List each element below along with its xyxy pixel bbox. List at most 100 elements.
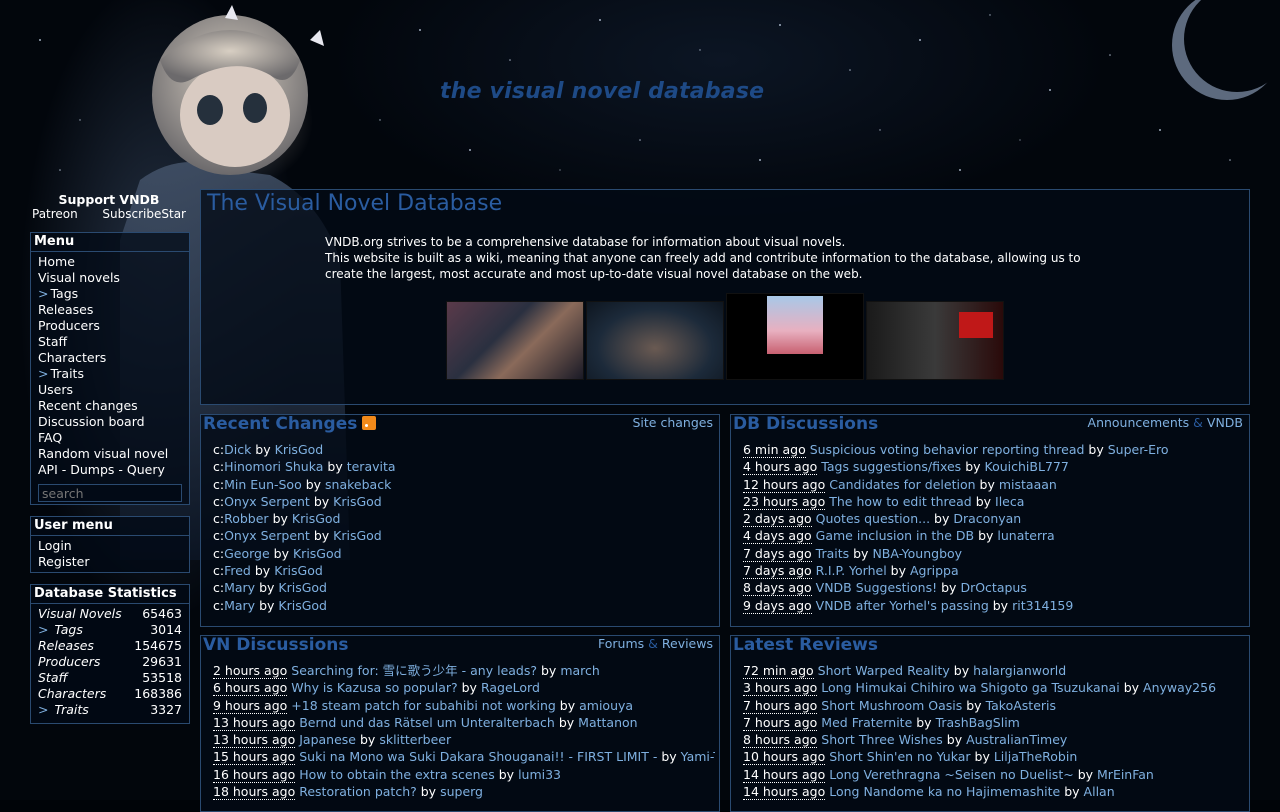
vn-link[interactable]: Himukai Chihiro wa Shigoto ga Tsuzukanai bbox=[856, 680, 1120, 695]
user-link[interactable]: Agrippa bbox=[910, 563, 959, 578]
thread-link[interactable]: Tags suggestions/fixes bbox=[821, 459, 961, 474]
review-link[interactable]: Short bbox=[821, 732, 855, 747]
review-link[interactable]: Med bbox=[821, 715, 847, 730]
vn-link[interactable]: Fraternite bbox=[852, 715, 913, 730]
user-link[interactable]: Super-Ero bbox=[1108, 442, 1169, 457]
subscribestar-link[interactable]: SubscribeStar bbox=[102, 207, 186, 221]
menu-item-visual-novels[interactable]: Visual novels bbox=[38, 270, 182, 286]
thread-link[interactable]: The how to edit thread bbox=[829, 494, 971, 509]
user-link[interactable]: NBA-Youngboy bbox=[872, 546, 962, 561]
change-entry-link[interactable]: Fred bbox=[224, 563, 251, 578]
site-changes-link[interactable]: Site changes bbox=[633, 415, 714, 430]
menu-item-producers[interactable]: Producers bbox=[38, 318, 182, 334]
stat-row[interactable]: Producers 29631 bbox=[38, 654, 182, 670]
thread-link[interactable]: Candidates for deletion bbox=[829, 477, 975, 492]
user-link[interactable]: lumi33 bbox=[518, 767, 561, 782]
thread-link[interactable]: How to obtain the extra scenes bbox=[299, 767, 495, 782]
user-link[interactable]: rit314159 bbox=[1012, 598, 1073, 613]
vn-link[interactable]: Warped Reality bbox=[855, 663, 950, 678]
menu-item-traits[interactable]: > Traits bbox=[38, 366, 182, 382]
forums-link[interactable]: Forums bbox=[598, 636, 644, 651]
stat-row[interactable]: Releases 154675 bbox=[38, 638, 182, 654]
user-link[interactable]: RageLord bbox=[481, 680, 540, 695]
change-entry-link[interactable]: Onyx Serpent bbox=[224, 494, 310, 509]
screenshot-thumbnail[interactable] bbox=[866, 301, 1004, 380]
menu-item-staff[interactable]: Staff bbox=[38, 334, 182, 350]
review-link[interactable]: Short bbox=[829, 749, 863, 764]
review-link[interactable]: Long bbox=[829, 767, 859, 782]
patreon-link[interactable]: Patreon bbox=[32, 207, 78, 221]
stat-row[interactable]: Visual Novels 65463 bbox=[38, 606, 182, 622]
thread-link[interactable]: Japanese bbox=[299, 732, 356, 747]
menu-item-api-dumps-query[interactable]: API - Dumps - Query bbox=[38, 462, 182, 478]
thread-link[interactable]: Suki na Mono wa Suki Dakara Shouganai!! … bbox=[299, 749, 657, 764]
reviews-link[interactable]: Reviews bbox=[662, 636, 713, 651]
vn-link[interactable]: Shin'en no Yukar bbox=[867, 749, 971, 764]
db-discussions-title[interactable]: DB Discussions bbox=[733, 414, 878, 434]
change-entry-link[interactable]: Dick bbox=[224, 442, 251, 457]
thread-link[interactable]: VNDB after Yorhel's passing bbox=[816, 598, 989, 613]
user-link[interactable]: MrEinFan bbox=[1097, 767, 1154, 782]
menu-item-discussion-board[interactable]: Discussion board bbox=[38, 414, 182, 430]
change-entry-link[interactable]: Min Eun-Soo bbox=[224, 477, 302, 492]
thread-link[interactable]: VNDB Suggestions! bbox=[816, 580, 937, 595]
screenshot-thumbnail[interactable] bbox=[586, 301, 724, 380]
user-link[interactable]: KouichiBL777 bbox=[985, 459, 1069, 474]
user-link[interactable]: KrisGod bbox=[275, 442, 324, 457]
search-input[interactable] bbox=[38, 484, 182, 502]
change-entry-link[interactable]: George bbox=[224, 546, 270, 561]
thread-link[interactable]: R.I.P. Yorhel bbox=[816, 563, 887, 578]
user-link[interactable]: DrOctapus bbox=[960, 580, 1026, 595]
change-entry-link[interactable]: Mary bbox=[224, 598, 255, 613]
review-link[interactable]: Long bbox=[821, 680, 851, 695]
change-entry-link[interactable]: Mary bbox=[224, 580, 255, 595]
change-entry-link[interactable]: Hinomori Shuka bbox=[224, 459, 323, 474]
screenshot-thumbnail[interactable] bbox=[446, 301, 584, 380]
user-link[interactable]: Ileca bbox=[995, 494, 1024, 509]
user-link[interactable]: KrisGod bbox=[292, 511, 341, 526]
user-link[interactable]: teravita bbox=[347, 459, 396, 474]
user-link[interactable]: sklitterbeer bbox=[379, 732, 451, 747]
user-link[interactable]: KrisGod bbox=[293, 546, 342, 561]
review-link[interactable]: Short bbox=[818, 663, 852, 678]
thread-link[interactable]: Traits bbox=[816, 546, 849, 561]
thread-link[interactable]: Bernd und das Rätsel um Unteralterbach bbox=[299, 715, 555, 730]
user-link[interactable]: Anyway256 bbox=[1143, 680, 1216, 695]
login-link[interactable]: Login bbox=[38, 538, 182, 554]
vn-link[interactable]: Nandome ka no Hajimemashite bbox=[863, 784, 1060, 799]
thread-link[interactable]: Quotes question... bbox=[816, 511, 930, 526]
change-entry-link[interactable]: Robber bbox=[224, 511, 268, 526]
register-link[interactable]: Register bbox=[38, 554, 182, 570]
stat-row[interactable]: Characters 168386 bbox=[38, 686, 182, 702]
menu-item-characters[interactable]: Characters bbox=[38, 350, 182, 366]
menu-item-tags[interactable]: > Tags bbox=[38, 286, 182, 302]
user-link[interactable]: LiljaTheRobin bbox=[994, 749, 1077, 764]
user-link[interactable]: KrisGod bbox=[274, 563, 323, 578]
menu-item-recent-changes[interactable]: Recent changes bbox=[38, 398, 182, 414]
vn-link[interactable]: Verethragna ~Seisen no Duelist~ bbox=[863, 767, 1073, 782]
user-link[interactable]: Draconyan bbox=[953, 511, 1021, 526]
vndb-board-link[interactable]: VNDB bbox=[1207, 415, 1243, 430]
announcements-link[interactable]: Announcements bbox=[1088, 415, 1190, 430]
review-link[interactable]: Long bbox=[829, 784, 859, 799]
vn-link[interactable]: Three Wishes bbox=[859, 732, 943, 747]
vn-discussions-title[interactable]: VN Discussions bbox=[203, 635, 349, 655]
recent-changes-title[interactable]: Recent Changes bbox=[203, 414, 377, 434]
thread-link[interactable]: Why is Kazusa so popular? bbox=[291, 680, 457, 695]
site-header-title[interactable]: the visual novel database bbox=[440, 79, 764, 104]
user-link[interactable]: lunaterra bbox=[997, 528, 1054, 543]
screenshot-thumbnail[interactable] bbox=[726, 293, 864, 380]
menu-item-users[interactable]: Users bbox=[38, 382, 182, 398]
user-link[interactable]: superg bbox=[440, 784, 483, 799]
menu-item-random-vn[interactable]: Random visual novel bbox=[38, 446, 182, 462]
change-entry-link[interactable]: Onyx Serpent bbox=[224, 528, 310, 543]
user-link[interactable]: halargianworld bbox=[973, 663, 1066, 678]
menu-item-home[interactable]: Home bbox=[38, 254, 182, 270]
user-link[interactable]: Allan bbox=[1084, 784, 1115, 799]
user-link[interactable]: mistaaan bbox=[999, 477, 1057, 492]
stat-row[interactable]: Staff 53518 bbox=[38, 670, 182, 686]
user-link[interactable]: KrisGod bbox=[278, 598, 327, 613]
latest-reviews-title[interactable]: Latest Reviews bbox=[733, 635, 878, 655]
user-link[interactable]: Yami-Tan bbox=[681, 749, 715, 764]
stat-row[interactable]: > Tags 3014 bbox=[38, 622, 182, 638]
